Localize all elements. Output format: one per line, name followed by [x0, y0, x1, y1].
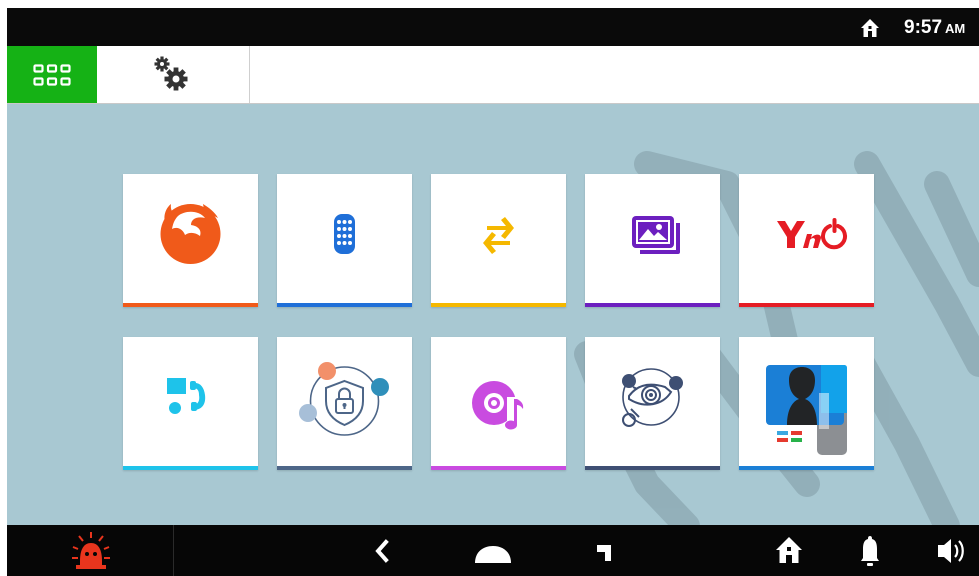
firefox-icon	[160, 204, 221, 264]
alarm-icon[interactable]	[66, 525, 116, 576]
gears-icon	[154, 56, 188, 91]
tile-accent-bar	[123, 303, 258, 307]
tile-accent-bar	[585, 466, 720, 470]
tile-accent-bar	[431, 466, 566, 470]
remote-control-icon	[334, 214, 355, 254]
app-tile-gallery[interactable]	[585, 174, 720, 307]
app-tile-surveillance[interactable]	[585, 337, 720, 470]
home-icon[interactable]	[774, 525, 804, 576]
app-tile-yno[interactable]	[739, 174, 874, 307]
bottom-nav-bar	[7, 525, 979, 576]
status-bar: 9:57 AM	[7, 8, 979, 46]
app-tile-remote[interactable]	[277, 174, 412, 307]
volume-icon[interactable]	[935, 525, 975, 576]
tile-accent-bar	[277, 303, 412, 307]
top-tab-bar	[7, 46, 979, 104]
eye-orbit-icon	[622, 368, 683, 427]
app-tile-transfer[interactable]	[431, 174, 566, 307]
tile-accent-bar	[431, 303, 566, 307]
app-tile-security[interactable]	[277, 337, 412, 470]
bell-icon[interactable]	[858, 525, 882, 576]
contacts-icon	[766, 365, 847, 455]
back-icon[interactable]	[367, 525, 397, 576]
status-clock: 9:57 AM	[904, 17, 965, 39]
status-time: 9:57	[904, 17, 943, 38]
image-gallery-icon	[632, 216, 680, 254]
tile-accent-bar	[585, 303, 720, 307]
security-lock-icon	[299, 362, 389, 436]
yno-logo	[777, 218, 847, 250]
app-launcher-area	[7, 104, 979, 526]
app-tile-firefox[interactable]	[123, 174, 258, 307]
tab-settings[interactable]	[97, 46, 250, 103]
device-screen: 9:57 AM	[7, 8, 979, 576]
app-tile-contacts[interactable]	[739, 337, 874, 470]
home-icon	[861, 19, 879, 37]
app-tile-music[interactable]	[431, 337, 566, 470]
tile-accent-bar	[277, 466, 412, 470]
status-ampm: AM	[945, 21, 966, 36]
app-grid-icon	[33, 64, 71, 86]
tile-accent-bar	[739, 466, 874, 470]
nav-separator	[173, 525, 174, 576]
recents-icon[interactable]	[590, 525, 620, 576]
intercom-icon	[167, 378, 206, 414]
app-tile-intercom[interactable]	[123, 337, 258, 470]
transfer-arrows-icon	[483, 217, 514, 254]
tile-accent-bar	[739, 303, 874, 307]
tab-apps[interactable]	[7, 46, 97, 103]
home-button-icon[interactable]	[470, 525, 516, 576]
tile-accent-bar	[123, 466, 258, 470]
music-disc-icon	[472, 381, 524, 431]
screen-frame: 9:57 AM	[0, 0, 979, 576]
